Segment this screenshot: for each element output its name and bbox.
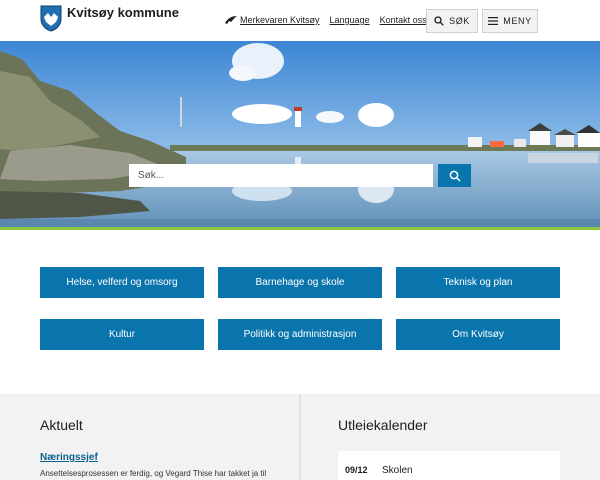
site-header: Kvitsøy kommune Merkevaren Kvitsøy Langu… bbox=[0, 0, 600, 41]
link-kontakt-label: Kontakt oss bbox=[379, 15, 427, 25]
search-icon bbox=[434, 16, 444, 26]
hero-search-button[interactable] bbox=[438, 164, 471, 187]
calendar-title: Utleiekalender bbox=[338, 417, 428, 433]
logo-text: Kvitsøy kommune bbox=[67, 5, 179, 20]
news-item-headline[interactable]: Næringssjef bbox=[40, 452, 98, 463]
category-kultur[interactable]: Kultur bbox=[40, 319, 204, 350]
link-merkevaren[interactable]: Merkevaren Kvitsøy bbox=[225, 15, 320, 25]
category-label: Teknisk og plan bbox=[443, 277, 513, 288]
hero-banner bbox=[0, 41, 600, 230]
link-language-label: Language bbox=[329, 15, 370, 25]
menu-label: MENY bbox=[503, 16, 532, 26]
category-barnehage[interactable]: Barnehage og skole bbox=[218, 267, 382, 298]
calendar-entry-label: Skolen bbox=[382, 465, 413, 476]
bird-icon bbox=[225, 16, 237, 24]
link-merkevaren-label: Merkevaren Kvitsøy bbox=[240, 15, 320, 25]
header-search-label: SØK bbox=[449, 16, 470, 26]
hero-search-input[interactable] bbox=[129, 164, 433, 187]
calendar-entry-date: 09/12 bbox=[345, 465, 368, 475]
logo[interactable]: Kvitsøy kommune bbox=[40, 5, 179, 32]
category-helse[interactable]: Helse, velferd og omsorg bbox=[40, 267, 204, 298]
coat-of-arms-icon bbox=[40, 5, 62, 32]
search-icon bbox=[449, 170, 461, 182]
menu-button[interactable]: MENY bbox=[482, 9, 538, 33]
category-om-kvitsoy[interactable]: Om Kvitsøy bbox=[396, 319, 560, 350]
news-item-summary: Ansettelsesprosessen er ferdig, og Vegar… bbox=[40, 469, 267, 478]
category-politikk[interactable]: Politikk og administrasjon bbox=[218, 319, 382, 350]
category-label: Politikk og administrasjon bbox=[243, 329, 357, 340]
hamburger-icon bbox=[488, 17, 499, 25]
category-label: Barnehage og skole bbox=[255, 277, 345, 288]
section-divider bbox=[299, 394, 301, 480]
link-kontakt[interactable]: Kontakt oss bbox=[380, 15, 427, 25]
harbour-photo bbox=[0, 41, 600, 230]
top-links: Merkevaren Kvitsøy Language Kontakt oss bbox=[225, 15, 437, 25]
header-search-button[interactable]: SØK bbox=[426, 9, 478, 33]
category-label: Kultur bbox=[108, 329, 136, 340]
link-language[interactable]: Language bbox=[330, 15, 370, 25]
hero-accent-line bbox=[0, 227, 600, 230]
category-label: Helse, velferd og omsorg bbox=[66, 277, 178, 288]
news-title: Aktuelt bbox=[40, 417, 83, 433]
category-teknisk[interactable]: Teknisk og plan bbox=[396, 267, 560, 298]
calendar-entry[interactable]: 09/12 Skolen bbox=[338, 451, 560, 480]
category-label: Om Kvitsøy bbox=[452, 329, 504, 340]
